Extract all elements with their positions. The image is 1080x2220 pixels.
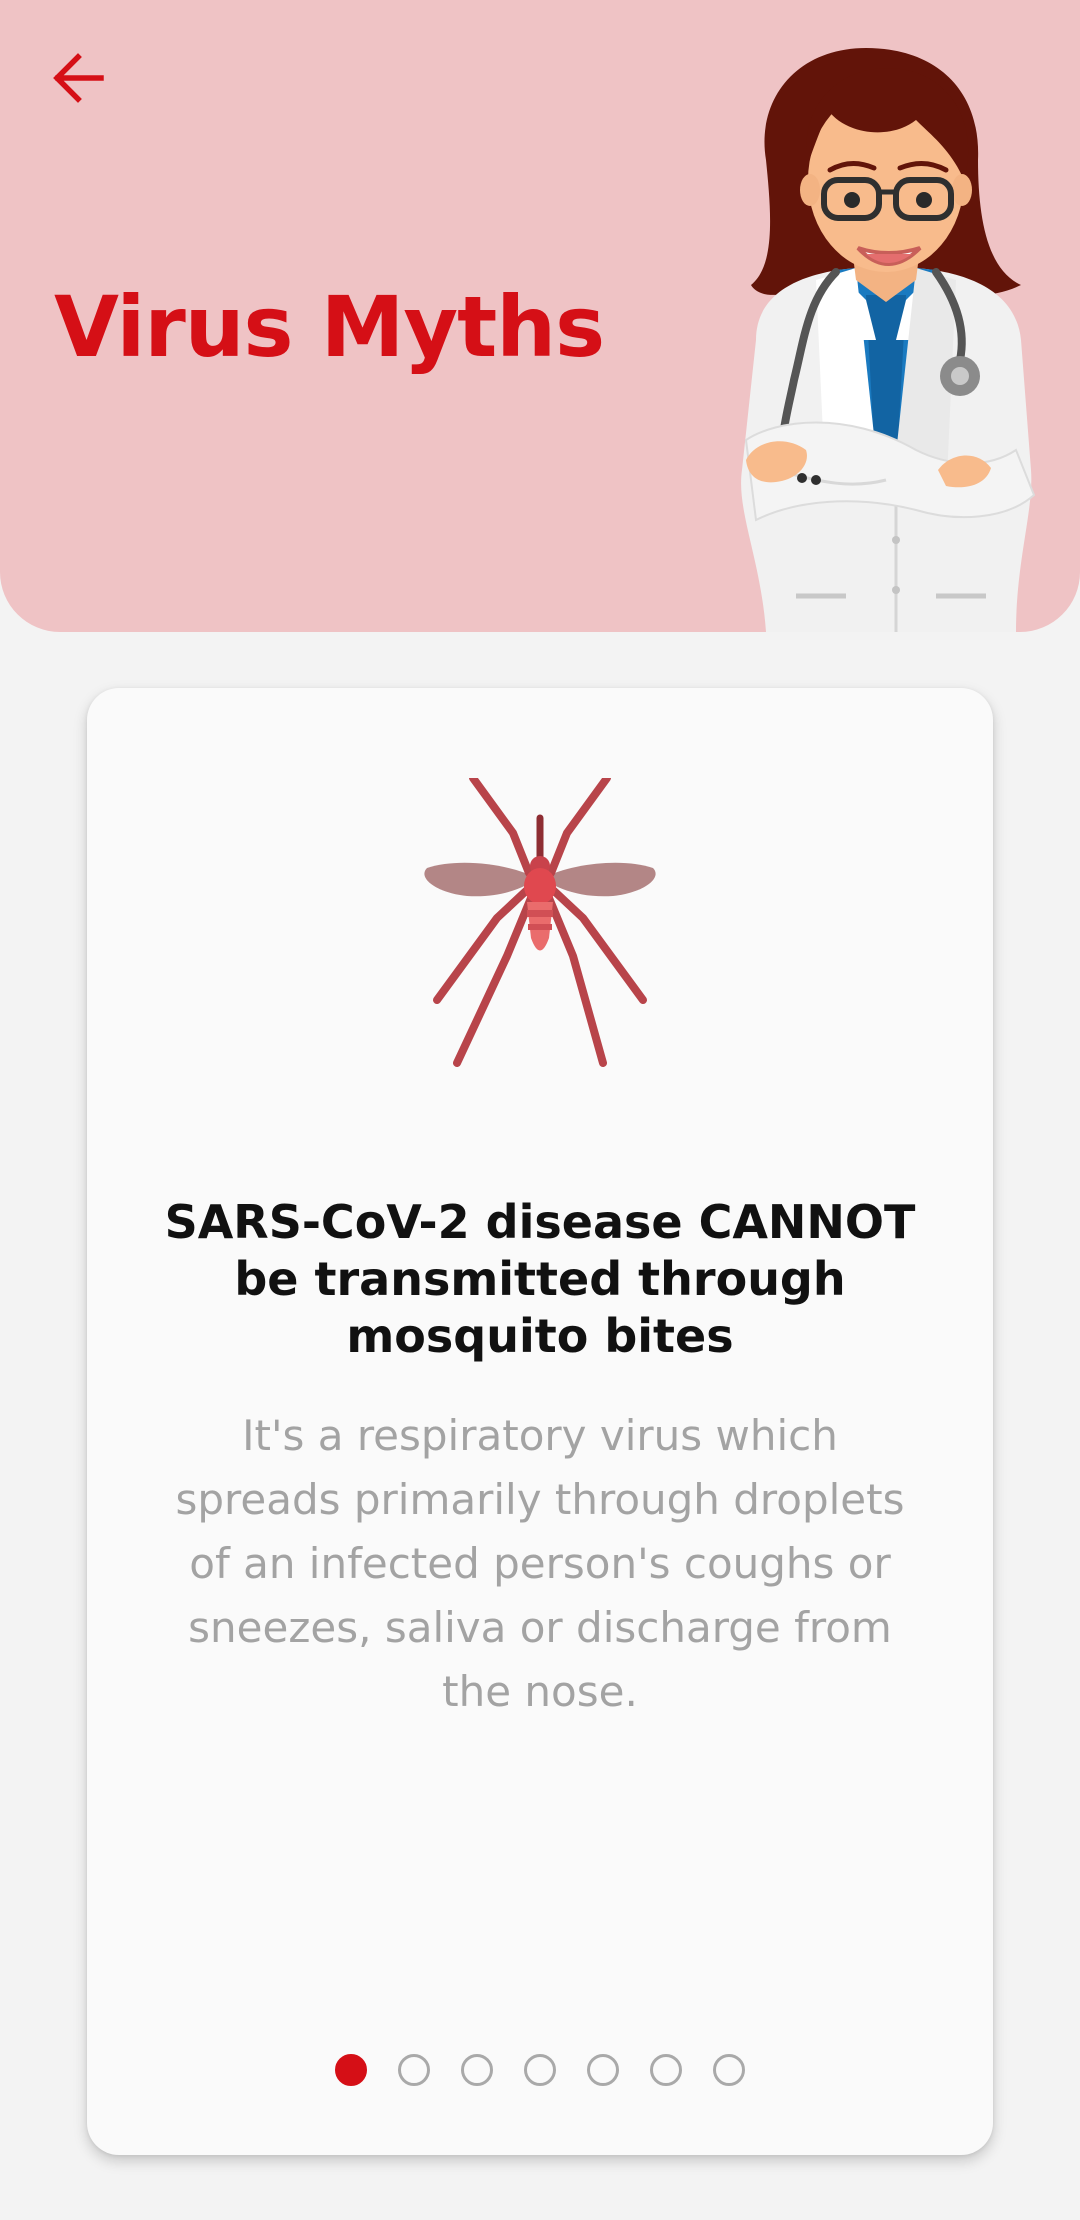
page-dot-3[interactable]	[461, 2054, 493, 2086]
myth-title: SARS-CoV-2 disease CANNOT be transmitted…	[164, 1195, 916, 1363]
doctor-illustration	[741, 48, 1036, 632]
page-dot-7[interactable]	[713, 2054, 745, 2086]
mosquito-icon	[424, 778, 656, 1067]
page-title: Virus Myths	[54, 278, 605, 376]
page-dot-2[interactable]	[398, 2054, 430, 2086]
myth-description: It's a respiratory virus which spreads p…	[175, 1411, 905, 1716]
page-indicator	[87, 2054, 993, 2086]
myth-card: SARS-CoV-2 disease CANNOT be transmitted…	[87, 688, 993, 2155]
header: Virus Myths	[0, 0, 1080, 632]
back-button[interactable]	[38, 38, 118, 118]
arrow-left-icon	[53, 53, 104, 103]
page-dot-5[interactable]	[587, 2054, 619, 2086]
page-dot-6[interactable]	[650, 2054, 682, 2086]
page-dot-4[interactable]	[524, 2054, 556, 2086]
page-dot-1[interactable]	[335, 2054, 367, 2086]
